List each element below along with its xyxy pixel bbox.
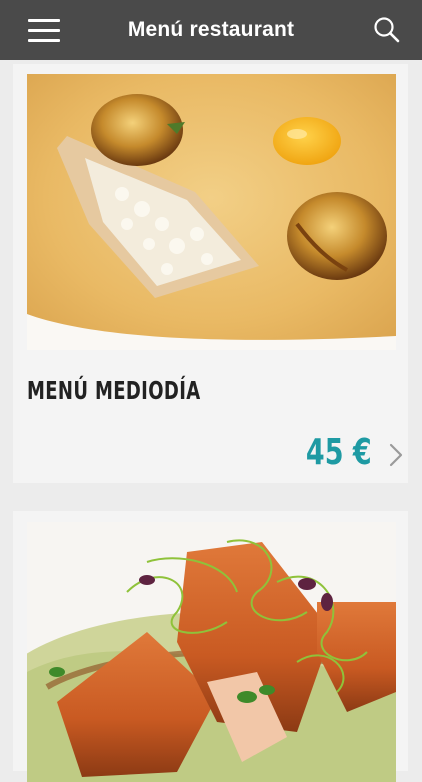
soup-with-onions-photo [27, 74, 396, 350]
seared-fish-with-sprouts-photo [27, 522, 396, 782]
menu-card[interactable] [13, 511, 408, 782]
search-icon[interactable] [372, 15, 402, 45]
chevron-right-icon[interactable] [388, 442, 404, 468]
hamburger-menu-icon[interactable] [28, 17, 60, 43]
menu-card-title: MENÚ MEDIODÍA [27, 376, 201, 405]
page-title: Menú restaurant [127, 18, 295, 41]
menu-card-price: 45 € [306, 432, 372, 473]
top-navigation-bar: Menú restaurant [0, 0, 422, 60]
menu-card[interactable]: MENÚ MEDIODÍA 45 € [13, 64, 408, 483]
